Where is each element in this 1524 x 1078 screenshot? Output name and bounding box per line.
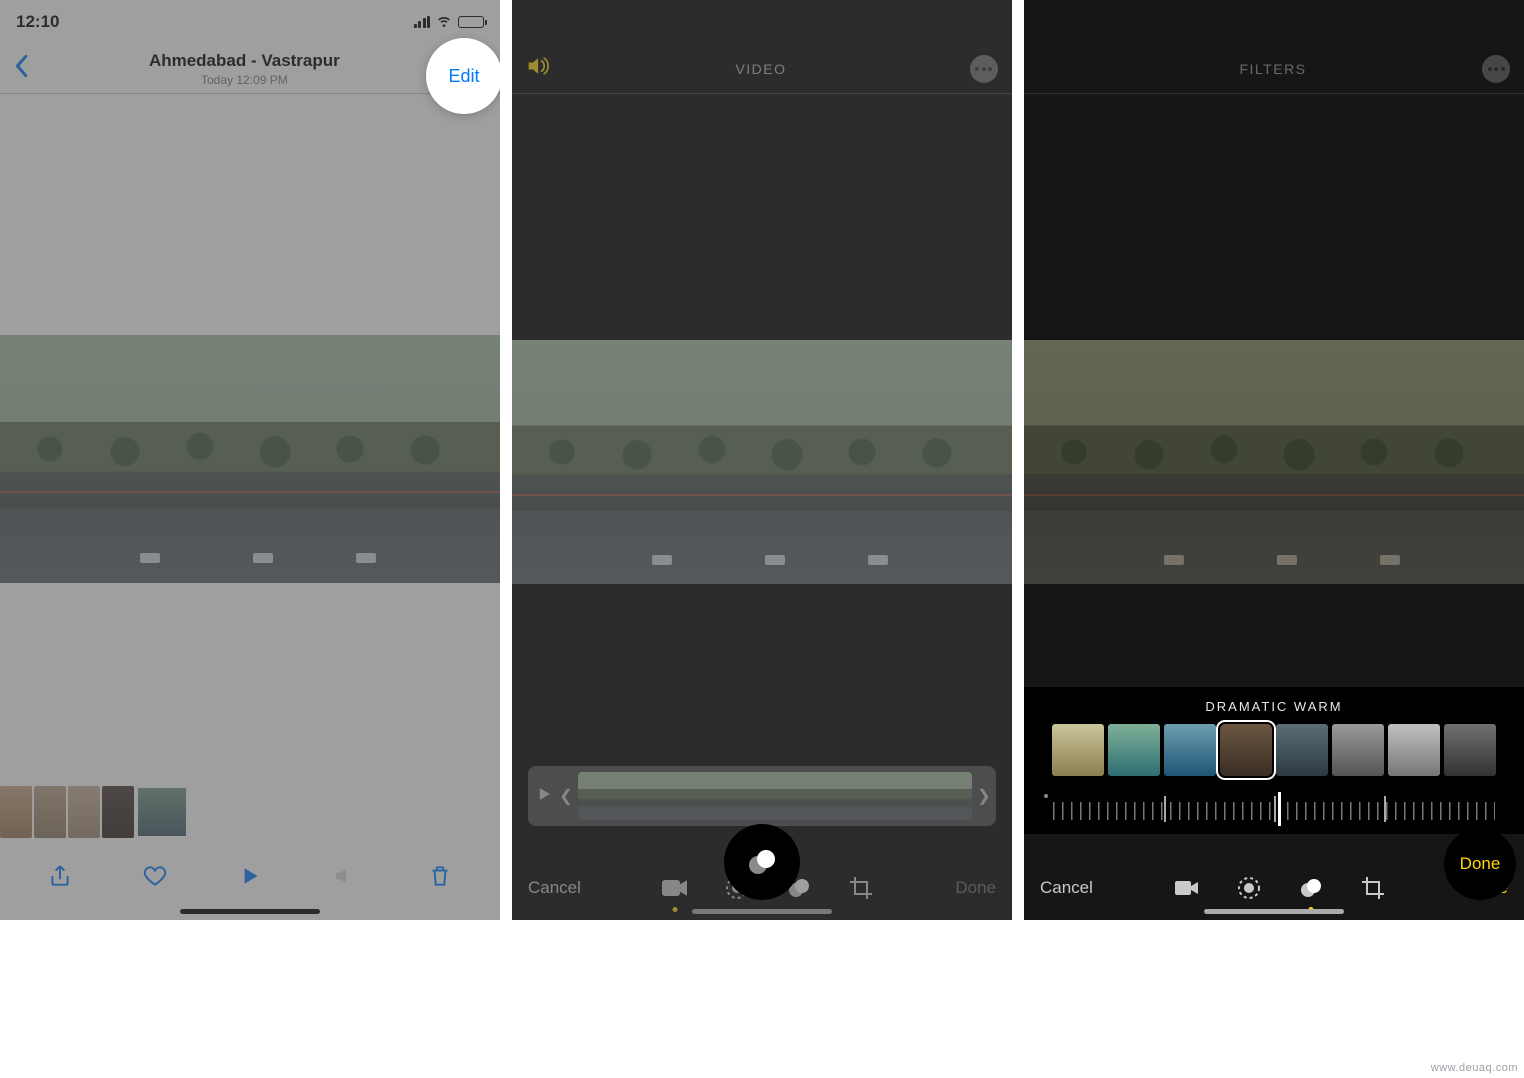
filters-tab[interactable]	[1295, 872, 1327, 904]
selected-filter-name: DRAMATIC WARM	[1024, 687, 1524, 722]
filter-option-selected[interactable]	[1220, 724, 1272, 776]
filter-option[interactable]	[1276, 724, 1328, 776]
video-preview[interactable]	[0, 335, 500, 583]
home-indicator[interactable]	[692, 909, 832, 914]
adjust-tab[interactable]	[1233, 872, 1265, 904]
location-title: Ahmedabad - Vastrapur	[149, 51, 340, 71]
watermark: www.deuaq.com	[1431, 1062, 1518, 1074]
editor-title: VIDEO	[735, 61, 786, 77]
delete-button[interactable]	[426, 862, 454, 890]
play-button[interactable]	[236, 862, 264, 890]
cellular-signal-icon	[414, 16, 431, 28]
thumbnail[interactable]	[34, 786, 66, 838]
favorite-button[interactable]	[141, 862, 169, 890]
filter-option[interactable]	[1388, 724, 1440, 776]
video-preview[interactable]	[512, 340, 1012, 584]
filter-option[interactable]	[1444, 724, 1496, 776]
active-dot-icon	[673, 907, 678, 912]
cancel-button[interactable]: Cancel	[1040, 878, 1093, 898]
filter-option[interactable]	[1052, 724, 1104, 776]
bottom-toolbar	[0, 850, 500, 902]
done-button-highlight[interactable]: Done	[1444, 828, 1516, 900]
thumbnail-selected[interactable]	[136, 786, 188, 838]
nav-title-group: Ahmedabad - Vastrapur Today 12:09 PM	[149, 51, 340, 87]
trim-handle-right[interactable]: ❯	[978, 772, 990, 820]
more-options-button[interactable]	[970, 55, 998, 83]
thumbnail[interactable]	[0, 786, 32, 838]
done-button[interactable]: Done	[955, 878, 996, 898]
home-indicator[interactable]	[1204, 909, 1344, 914]
filter-option[interactable]	[1164, 724, 1216, 776]
filter-option[interactable]	[1108, 724, 1160, 776]
timeline-frames[interactable]	[578, 772, 972, 820]
filter-intensity-slider[interactable]	[1034, 788, 1514, 824]
video-tab[interactable]	[1171, 872, 1203, 904]
filter-option[interactable]	[1332, 724, 1384, 776]
filter-panel: DRAMATIC WARM	[1024, 687, 1524, 834]
back-button[interactable]	[12, 54, 30, 83]
timeline-play-button[interactable]	[534, 784, 554, 809]
video-tab[interactable]	[659, 872, 691, 904]
timestamp-subtitle: Today 12:09 PM	[149, 73, 340, 87]
editor-nav-bar: VIDEO	[512, 44, 1012, 94]
edit-button-highlight[interactable]: Edit	[426, 38, 500, 114]
wifi-icon	[436, 12, 452, 33]
edit-mode-tabs	[1171, 872, 1389, 904]
slider-cursor[interactable]	[1278, 792, 1281, 826]
trim-timeline[interactable]: ❮ ❯	[528, 766, 996, 826]
filters-tab-highlight[interactable]	[724, 824, 800, 900]
filter-thumbnails[interactable]	[1024, 722, 1524, 778]
home-indicator[interactable]	[180, 909, 320, 914]
editor-title: FILTERS	[1239, 61, 1306, 77]
screenshot-video-edit: VIDEO ❮ ❯ Cancel	[512, 0, 1012, 920]
mute-button[interactable]	[331, 862, 359, 890]
slider-min-dot-icon	[1044, 794, 1048, 798]
editor-nav-bar: FILTERS	[1024, 44, 1524, 94]
video-preview[interactable]	[1024, 340, 1524, 584]
thumbnail-strip[interactable]	[0, 786, 188, 838]
screenshot-filters-edit: FILTERS DRAMATIC WARM	[1024, 0, 1524, 920]
status-icons	[414, 12, 485, 33]
done-button-label: Done	[1460, 854, 1501, 874]
crop-tab[interactable]	[1357, 872, 1389, 904]
trim-handle-left[interactable]: ❮	[560, 772, 572, 820]
screenshot-photos-detail: 12:10 Ahmedabad - Vastrapur Today 12:09 …	[0, 0, 500, 920]
crop-tab[interactable]	[845, 872, 877, 904]
thumbnail[interactable]	[68, 786, 100, 838]
status-bar: 12:10	[0, 0, 500, 44]
thumbnail[interactable]	[102, 786, 134, 838]
edit-button-label: Edit	[448, 66, 479, 87]
nav-bar: Ahmedabad - Vastrapur Today 12:09 PM Edi…	[0, 44, 500, 94]
more-options-button[interactable]	[1482, 55, 1510, 83]
cancel-button[interactable]: Cancel	[528, 878, 581, 898]
share-button[interactable]	[46, 862, 74, 890]
battery-icon	[458, 16, 484, 28]
status-time: 12:10	[16, 12, 59, 32]
sound-toggle-button[interactable]	[526, 55, 552, 82]
